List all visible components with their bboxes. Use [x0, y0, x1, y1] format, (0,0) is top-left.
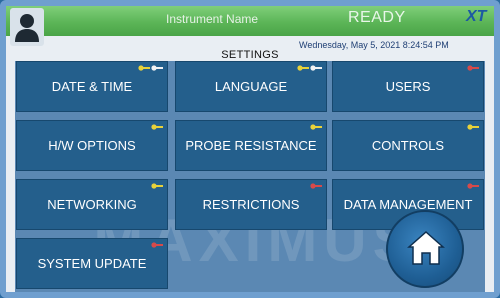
access-keys — [467, 64, 479, 72]
key-icon — [467, 65, 479, 71]
access-keys — [151, 123, 163, 131]
access-keys — [151, 182, 163, 190]
access-keys — [297, 64, 322, 72]
status-text: READY — [348, 9, 406, 26]
key-icon — [151, 65, 163, 71]
tile-label: DATE & TIME — [51, 79, 133, 94]
tile-label: RESTRICTIONS — [202, 197, 300, 212]
access-keys — [151, 241, 163, 249]
access-keys — [467, 123, 479, 131]
device-screen: Instrument Name READY XT Wednesday, May … — [0, 0, 500, 298]
tile-label: H/W OPTIONS — [48, 138, 136, 153]
key-icon — [310, 65, 322, 71]
tile-label: CONTROLS — [371, 138, 445, 153]
access-keys — [310, 123, 322, 131]
home-button[interactable] — [386, 210, 464, 288]
tile-label: LANGUAGE — [214, 79, 288, 94]
settings-tile-system-update[interactable]: SYSTEM UPDATE — [16, 238, 168, 289]
settings-tile-h-w-options[interactable]: H/W OPTIONS — [16, 120, 168, 171]
key-icon — [151, 183, 163, 189]
key-icon — [151, 124, 163, 130]
access-keys — [138, 64, 163, 72]
access-keys — [467, 182, 479, 190]
status-bar: Instrument Name READY XT — [6, 6, 494, 46]
key-icon — [467, 124, 479, 130]
settings-tile-language[interactable]: LANGUAGE — [175, 61, 327, 112]
key-icon — [310, 183, 322, 189]
key-icon — [151, 242, 163, 248]
user-icon — [15, 14, 39, 42]
access-keys — [310, 182, 322, 190]
user-button[interactable] — [10, 8, 44, 46]
key-icon — [467, 183, 479, 189]
page-title: SETTINGS — [221, 49, 279, 61]
key-icon — [310, 124, 322, 130]
brand-logo: XT — [466, 8, 487, 25]
settings-tile-date-time[interactable]: DATE & TIME — [16, 61, 168, 112]
settings-tile-users[interactable]: USERS — [332, 61, 484, 112]
tile-label: USERS — [385, 79, 431, 94]
settings-tile-networking[interactable]: NETWORKING — [16, 179, 168, 230]
tile-label: SYSTEM UPDATE — [37, 256, 147, 271]
key-icon — [297, 65, 309, 71]
tile-label: NETWORKING — [47, 197, 137, 212]
tile-label: DATA MANAGEMENT — [343, 197, 473, 212]
key-icon — [138, 65, 150, 71]
tile-label: PROBE RESISTANCE — [185, 138, 317, 153]
home-icon — [407, 230, 445, 265]
settings-tile-probe-resistance[interactable]: PROBE RESISTANCE — [175, 120, 327, 171]
settings-tile-restrictions[interactable]: RESTRICTIONS — [175, 179, 327, 230]
settings-tile-controls[interactable]: CONTROLS — [332, 120, 484, 171]
instrument-name: Instrument Name — [166, 12, 259, 26]
